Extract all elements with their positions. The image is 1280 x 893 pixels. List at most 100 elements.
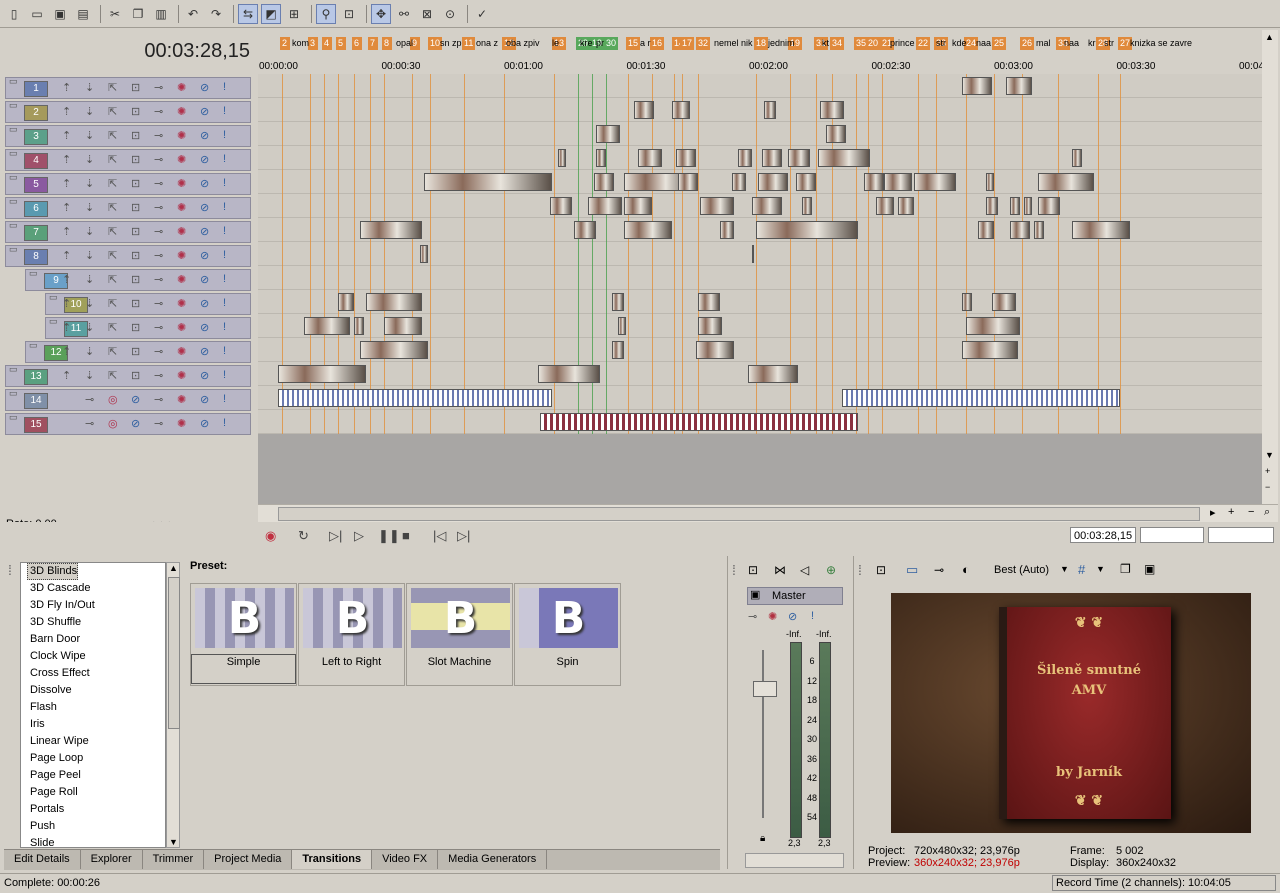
transition-preset[interactable]: B Left to Right [298, 583, 405, 686]
mute-icon[interactable]: ⊘ [788, 610, 797, 623]
fx-icon[interactable]: ✺ [177, 177, 186, 190]
crossfade-icon[interactable]: ⊙ [440, 4, 460, 24]
video-event[interactable] [978, 221, 994, 239]
compositing-icon[interactable]: ⇱ [108, 225, 117, 238]
transition-list-item[interactable]: 3D Shuffle [21, 614, 165, 631]
move-down-icon[interactable]: ⇣ [85, 297, 94, 310]
compositing-icon[interactable]: ⇱ [108, 201, 117, 214]
track-header[interactable]: ▭ 3 ⇡ ⇣ ⇱ ⊡ ⊸ ✺ ⊘! [5, 124, 251, 147]
video-event[interactable] [420, 245, 428, 263]
move-down-icon[interactable]: ⇣ [85, 321, 94, 334]
play-from-start-icon[interactable]: ▷| [329, 528, 342, 544]
video-event[interactable] [788, 149, 810, 167]
track-header[interactable]: ▭ 13 ⇡ ⇣ ⇱ ⊡ ⊸ ✺ ⊘! [5, 364, 251, 387]
timeline-marker[interactable]: 8 [382, 37, 392, 50]
video-event[interactable] [752, 197, 782, 215]
pan-icon[interactable]: ⊸ [154, 177, 163, 190]
mute-icon[interactable]: ⊘ [200, 81, 209, 94]
track-header[interactable]: ▭ 6 ⇡ ⇣ ⇱ ⊡ ⊸ ✺ ⊘! [5, 196, 251, 219]
solo-icon[interactable]: ! [223, 201, 226, 213]
fx-icon[interactable]: ✺ [177, 249, 186, 262]
video-event[interactable] [1034, 221, 1044, 239]
solo-icon[interactable]: ! [223, 153, 226, 165]
pan-icon[interactable]: ⊸ [154, 81, 163, 94]
snapping-icon[interactable]: ⚲ [316, 3, 336, 24]
transition-list-item[interactable]: Barn Door [21, 631, 165, 648]
fx-icon[interactable]: ✺ [177, 273, 186, 286]
cut-icon[interactable]: ✂ [105, 4, 125, 24]
track-motion-icon[interactable]: ⊡ [131, 273, 140, 286]
pan-icon[interactable]: ⊸ [154, 393, 163, 406]
compositing-icon[interactable]: ⇱ [108, 321, 117, 334]
audio-event[interactable] [278, 389, 552, 407]
track-motion-icon[interactable]: ⊡ [131, 321, 140, 334]
scroll-right-icon[interactable]: ▸ [1210, 506, 1216, 519]
move-up-icon[interactable]: ⇡ [62, 345, 71, 358]
track-header[interactable]: ▭ 10 ⇡ ⇣ ⇱ ⊡ ⊸ ✺ ⊘! [45, 292, 251, 315]
track-lane[interactable] [258, 146, 1262, 170]
transition-list-item[interactable]: 3D Blinds [27, 563, 78, 580]
pan-icon[interactable]: ⊸ [748, 610, 757, 623]
solo-icon[interactable]: ! [223, 273, 226, 285]
transition-list-item[interactable]: Page Peel [21, 767, 165, 784]
track-expand-icon[interactable]: ▭ [9, 244, 18, 255]
video-event[interactable] [676, 149, 696, 167]
track-lane[interactable] [258, 266, 1262, 290]
fx-icon[interactable]: ✺ [177, 345, 186, 358]
fx-icon[interactable]: ✺ [177, 297, 186, 310]
scroll-down-icon[interactable]: ▼ [1265, 450, 1274, 460]
compositing-icon[interactable]: ⇱ [108, 297, 117, 310]
video-event[interactable] [966, 317, 1020, 335]
timeline-marker[interactable]: 26 [1020, 37, 1035, 50]
transition-list-item[interactable]: Clock Wipe [21, 648, 165, 665]
ignore-grouping-icon[interactable]: ⚯ [394, 4, 414, 24]
compositing-icon[interactable]: ⇱ [108, 369, 117, 382]
video-event[interactable] [698, 317, 722, 335]
zoom-tool-icon[interactable]: ⊠ [417, 4, 437, 24]
panel-grip-icon[interactable]: ⁞ [858, 562, 862, 578]
transition-list[interactable]: 3D Blinds 3D Cascade 3D Fly In/Out 3D Shuff… [20, 562, 166, 848]
video-fx-icon[interactable]: ⊸ [934, 563, 944, 577]
move-down-icon[interactable]: ⇣ [85, 105, 94, 118]
timeline-marker[interactable]: 25 [992, 37, 1007, 50]
save-snapshot-icon[interactable]: ▣ [1144, 562, 1155, 576]
move-up-icon[interactable]: ⇡ [62, 81, 71, 94]
video-event[interactable] [748, 365, 798, 383]
empty-track-area[interactable] [258, 434, 1262, 504]
mute-icon[interactable]: ⊘ [200, 321, 209, 334]
docking-tab[interactable]: Media Generators [438, 850, 548, 869]
move-up-icon[interactable]: ⇡ [62, 321, 71, 334]
video-event[interactable] [962, 341, 1018, 359]
fx-icon[interactable]: ✺ [177, 105, 186, 118]
video-event[interactable] [538, 365, 600, 383]
video-event[interactable] [738, 149, 752, 167]
volume-slider-icon[interactable]: ⊸ [85, 417, 94, 430]
track-header[interactable]: ▭ 14 ⊸ ◎ ⊘ ⊸ ✺ ⊘! [5, 388, 251, 411]
timeline-marker[interactable]: 32 [696, 37, 711, 50]
video-event[interactable] [338, 293, 354, 311]
mute-icon[interactable]: ⊘ [131, 393, 140, 406]
timeline-marker[interactable]: 34 [830, 37, 845, 50]
fx-icon[interactable]: ✺ [177, 369, 186, 382]
move-up-icon[interactable]: ⇡ [62, 297, 71, 310]
mute-icon[interactable]: ⊘ [200, 129, 209, 142]
move-down-icon[interactable]: ⇣ [85, 225, 94, 238]
video-event[interactable] [366, 293, 422, 311]
save-icon[interactable]: ▣ [50, 4, 70, 24]
docking-tab[interactable]: Edit Details [4, 850, 81, 869]
solo-icon[interactable]: ! [223, 249, 226, 261]
video-event[interactable] [700, 197, 734, 215]
panel-grip-icon[interactable]: ⁞ [8, 562, 12, 578]
move-up-icon[interactable]: ⇡ [62, 105, 71, 118]
normal-edit-tool-icon[interactable]: ⇆ [238, 3, 258, 24]
move-down-icon[interactable]: ⇣ [85, 249, 94, 262]
solo-icon[interactable]: ! [223, 297, 226, 309]
timeline-marker[interactable]: 6 [352, 37, 362, 50]
zoom-in-icon[interactable]: + [1265, 466, 1270, 476]
move-up-icon[interactable]: ⇡ [62, 153, 71, 166]
fx-icon[interactable]: ✺ [177, 321, 186, 334]
chevron-down-icon[interactable]: ▼ [1096, 564, 1105, 574]
video-event[interactable] [864, 173, 884, 191]
video-event[interactable] [986, 173, 994, 191]
transition-list-item[interactable]: Slide [21, 835, 165, 847]
